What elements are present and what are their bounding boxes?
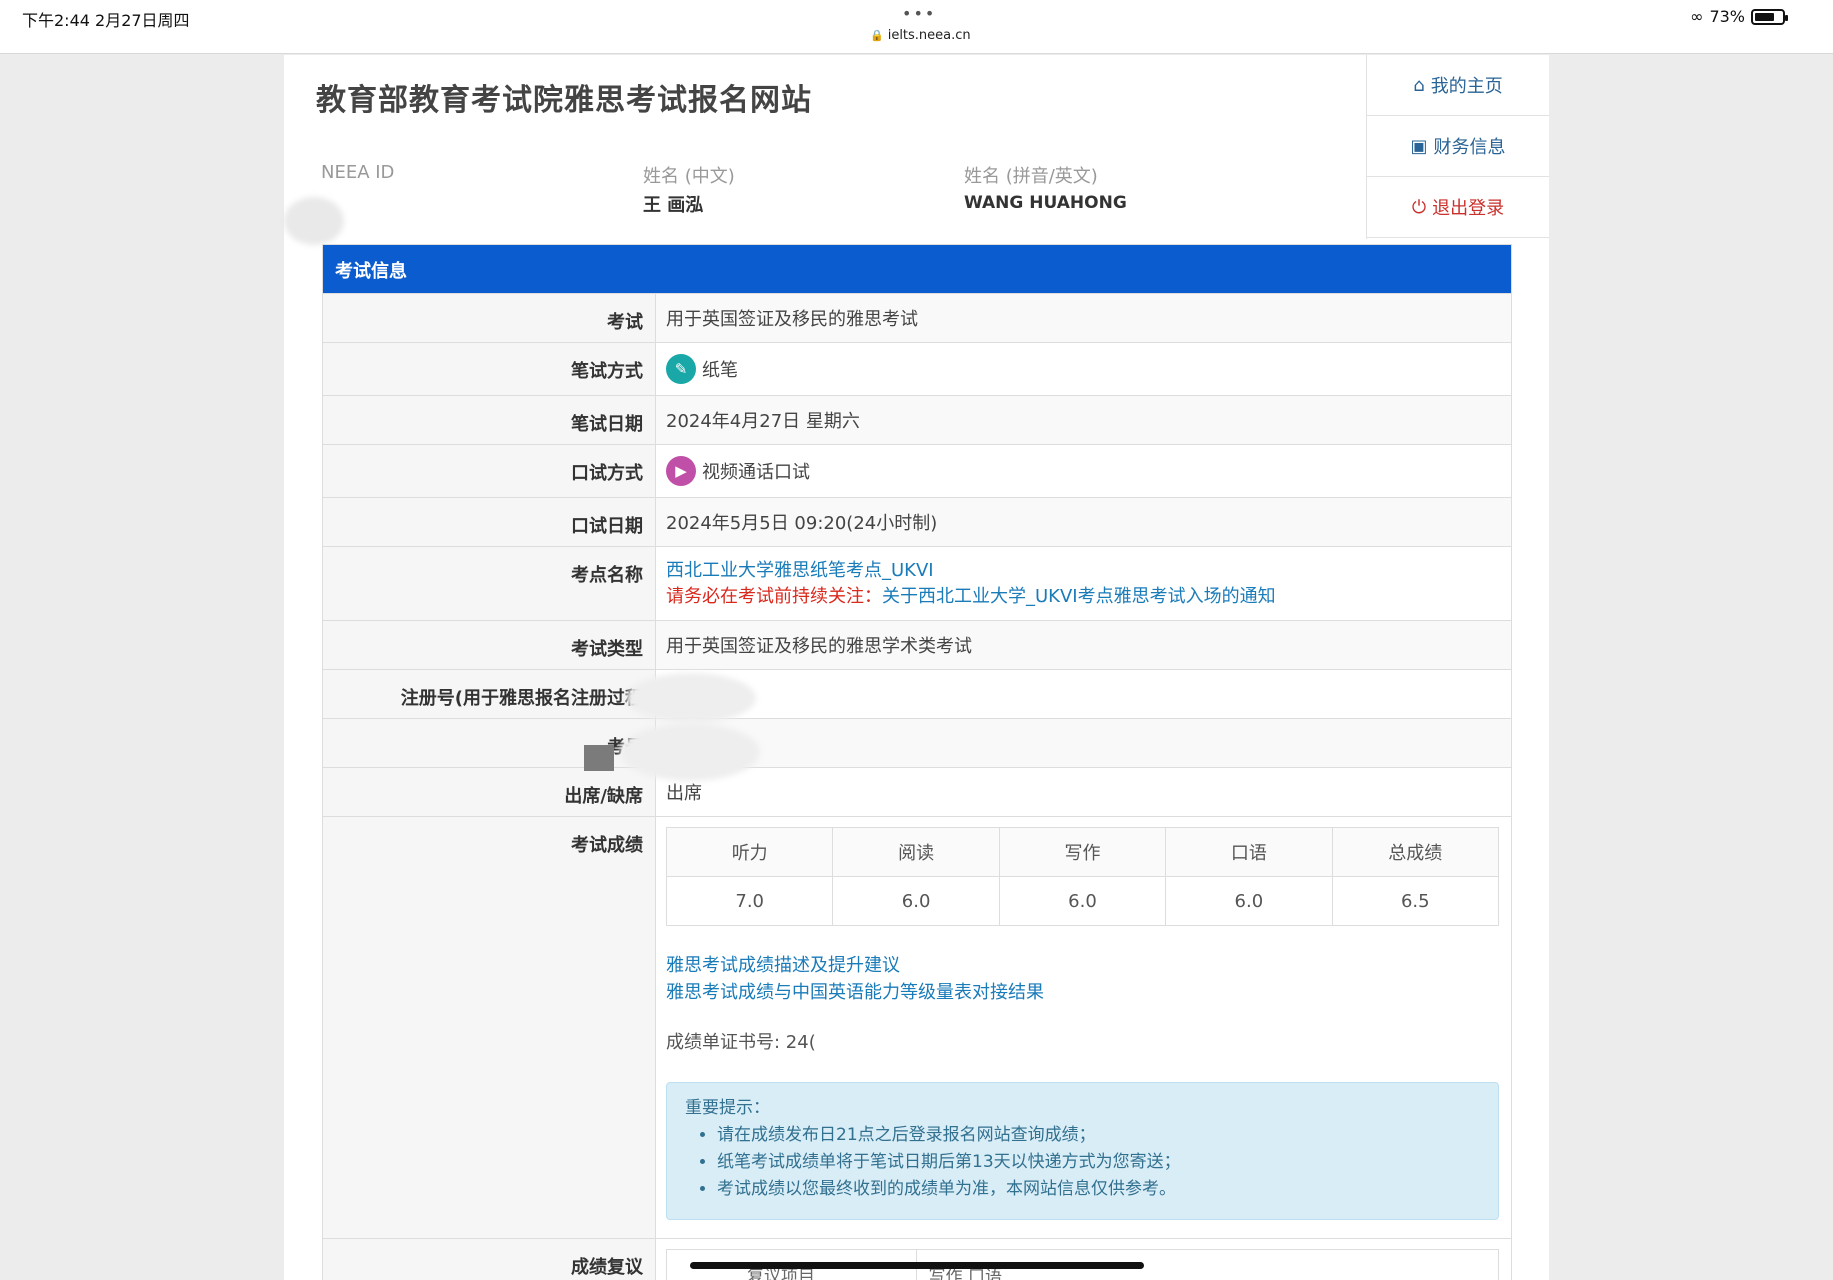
written-date-label: 笔试日期 [323, 396, 656, 444]
score-writing: 6.0 [998, 876, 1167, 926]
speaking-mode-value: 视频通话口试 [702, 462, 810, 483]
cse-mapping-link[interactable]: 雅思考试成绩与中国英语能力等级量表对接结果 [666, 979, 1501, 1006]
registration-value-redacted [656, 670, 1511, 718]
exam-value: 用于英国签证及移民的雅思考试 [656, 294, 1511, 342]
name-en-label: 姓名 (拼音/英文) [964, 166, 1098, 187]
center-link[interactable]: 西北工业大学雅思纸笔考点_UKVI [666, 558, 1501, 584]
written-date-value: 2024年4月27日 星期六 [656, 396, 1511, 444]
nav-home-label: 我的主页 [1430, 76, 1503, 97]
score-header-listening: 听力 [665, 827, 834, 877]
power-icon: ⏻ [1411, 196, 1427, 218]
candidate-value-redacted [656, 719, 1511, 767]
briefcase-icon: ▣ [1410, 135, 1428, 157]
certificate-number: 成绩单证书号: 24( [666, 1032, 816, 1053]
notice-prefix: 请务必在考试前持续关注： [666, 585, 882, 607]
notice-title: 重要提示： [685, 1098, 770, 1118]
row-scores: 考试成绩 听力 阅读 写作 口语 总成绩 7.0 6.0 6.0 6.0 6.5… [323, 816, 1511, 1238]
redaction-blur [626, 673, 756, 723]
score-header-writing: 写作 [998, 827, 1167, 877]
center-label: 考点名称 [323, 547, 656, 620]
battery-fill [1755, 12, 1774, 21]
row-speaking-date: 口试日期 2024年5月5日 09:20(24小时制) [323, 497, 1511, 546]
page-container: 教育部教育考试院雅思考试报名网站 NEEA ID 姓名 (中文) 王 画泓 姓名… [284, 55, 1549, 1280]
row-center: 考点名称 西北工业大学雅思纸笔考点_UKVI 请务必在考试前持续关注：关于西北工… [323, 546, 1511, 620]
url-bar[interactable]: 🔒 ielts.neea.cn [870, 28, 971, 43]
name-en-value: WANG HUAHONG [964, 193, 1127, 213]
row-candidate: 考号 [323, 718, 1511, 767]
score-header-reading: 阅读 [832, 827, 1000, 877]
nav-finance[interactable]: ▣ 财务信息 [1367, 116, 1549, 177]
url-text: ielts.neea.cn [887, 28, 971, 43]
score-header-speaking: 口语 [1165, 827, 1333, 877]
important-notice: 重要提示： 请在成绩发布日21点之后登录报名网站查询成绩； 纸笔考试成绩单将于笔… [666, 1082, 1499, 1220]
written-mode-label: 笔试方式 [323, 343, 656, 395]
notice-item: 纸笔考试成绩单将于笔试日期后第13天以快递方式为您寄送； [717, 1149, 1480, 1176]
more-dots-icon[interactable]: ••• [902, 4, 936, 23]
notice-item: 请在成绩发布日21点之后登录报名网站查询成绩； [717, 1122, 1480, 1149]
video-camera-icon: ▶ [666, 456, 696, 486]
nav-finance-label: 财务信息 [1433, 137, 1506, 158]
redaction-block [584, 745, 614, 771]
row-exam: 考试 用于英国签证及移民的雅思考试 [323, 293, 1511, 342]
status-right: ∞ 73% [1690, 7, 1788, 26]
type-label: 考试类型 [323, 621, 656, 669]
neea-id-label: NEEA ID [321, 162, 395, 183]
row-written-date: 笔试日期 2024年4月27日 星期六 [323, 395, 1511, 444]
row-registration: 注册号(用于雅思报名注册过程 [323, 669, 1511, 718]
row-type: 考试类型 用于英国签证及移民的雅思学术类考试 [323, 620, 1511, 669]
redaction-blur [620, 723, 760, 781]
row-attendance: 出席/缺席 出席 [323, 767, 1511, 816]
notice-link[interactable]: 关于西北工业大学_UKVI考点雅思考试入场的通知 [882, 586, 1276, 607]
speaking-mode-label: 口试方式 [323, 445, 656, 497]
battery-percent: 73% [1709, 7, 1745, 26]
written-mode-value: 纸笔 [702, 360, 738, 381]
score-header-overall: 总成绩 [1331, 827, 1500, 877]
row-speaking-mode: 口试方式 ▶ 视频通话口试 [323, 444, 1511, 497]
type-value: 用于英国签证及移民的雅思学术类考试 [656, 621, 1511, 669]
lock-icon: 🔒 [870, 29, 884, 42]
battery-icon [1751, 8, 1788, 25]
name-cn-value: 王 画泓 [643, 195, 704, 216]
attendance-label: 出席/缺席 [323, 768, 656, 816]
home-indicator[interactable] [690, 1262, 1144, 1269]
speaking-date-label: 口试日期 [323, 498, 656, 546]
exam-info-panel: 考试信息 考试 用于英国签证及移民的雅思考试 笔试方式 ✎ 纸笔 笔试日期 202… [322, 244, 1512, 1280]
row-written-mode: 笔试方式 ✎ 纸笔 [323, 342, 1511, 395]
score-description-link[interactable]: 雅思考试成绩描述及提升建议 [666, 952, 1501, 979]
site-title: 教育部教育考试院雅思考试报名网站 [316, 83, 812, 118]
exam-label: 考试 [323, 294, 656, 342]
registration-label: 注册号(用于雅思报名注册过程 [323, 670, 656, 718]
scores-label: 考试成绩 [323, 817, 656, 1238]
score-overall: 6.5 [1331, 876, 1500, 926]
score-listening: 7.0 [665, 876, 834, 926]
link-icon: ∞ [1690, 7, 1704, 26]
panel-heading: 考试信息 [323, 245, 1511, 293]
status-time: 下午2:44 2月27日周四 [22, 11, 190, 30]
status-bar: 下午2:44 2月27日周四 ••• 🔒 ielts.neea.cn ∞ 73% [0, 0, 1833, 54]
nav-logout-label: 退出登录 [1432, 198, 1505, 219]
score-speaking: 6.0 [1165, 876, 1333, 926]
scores-table: 听力 阅读 写作 口语 总成绩 7.0 6.0 6.0 6.0 6.5 [665, 827, 1500, 926]
attendance-value: 出席 [666, 783, 702, 804]
speaking-date-value: 2024年5月5日 09:20(24小时制) [656, 498, 1511, 546]
redaction-blur [284, 197, 344, 245]
home-icon: ⌂ [1413, 74, 1425, 96]
name-cn-label: 姓名 (中文) [643, 166, 735, 187]
row-review: 成绩复议 复议项目 写作 口语 [323, 1238, 1511, 1280]
nav-home[interactable]: ⌂ 我的主页 [1367, 55, 1549, 116]
notice-item: 考试成绩以您最终收到的成绩单为准，本网站信息仅供参考。 [717, 1176, 1480, 1203]
side-nav: ⌂ 我的主页 ▣ 财务信息 ⏻ 退出登录 [1366, 55, 1549, 239]
score-reading: 6.0 [832, 876, 1000, 926]
review-label: 成绩复议 [323, 1239, 656, 1280]
pencil-icon: ✎ [666, 354, 696, 384]
nav-logout[interactable]: ⏻ 退出登录 [1367, 177, 1549, 238]
